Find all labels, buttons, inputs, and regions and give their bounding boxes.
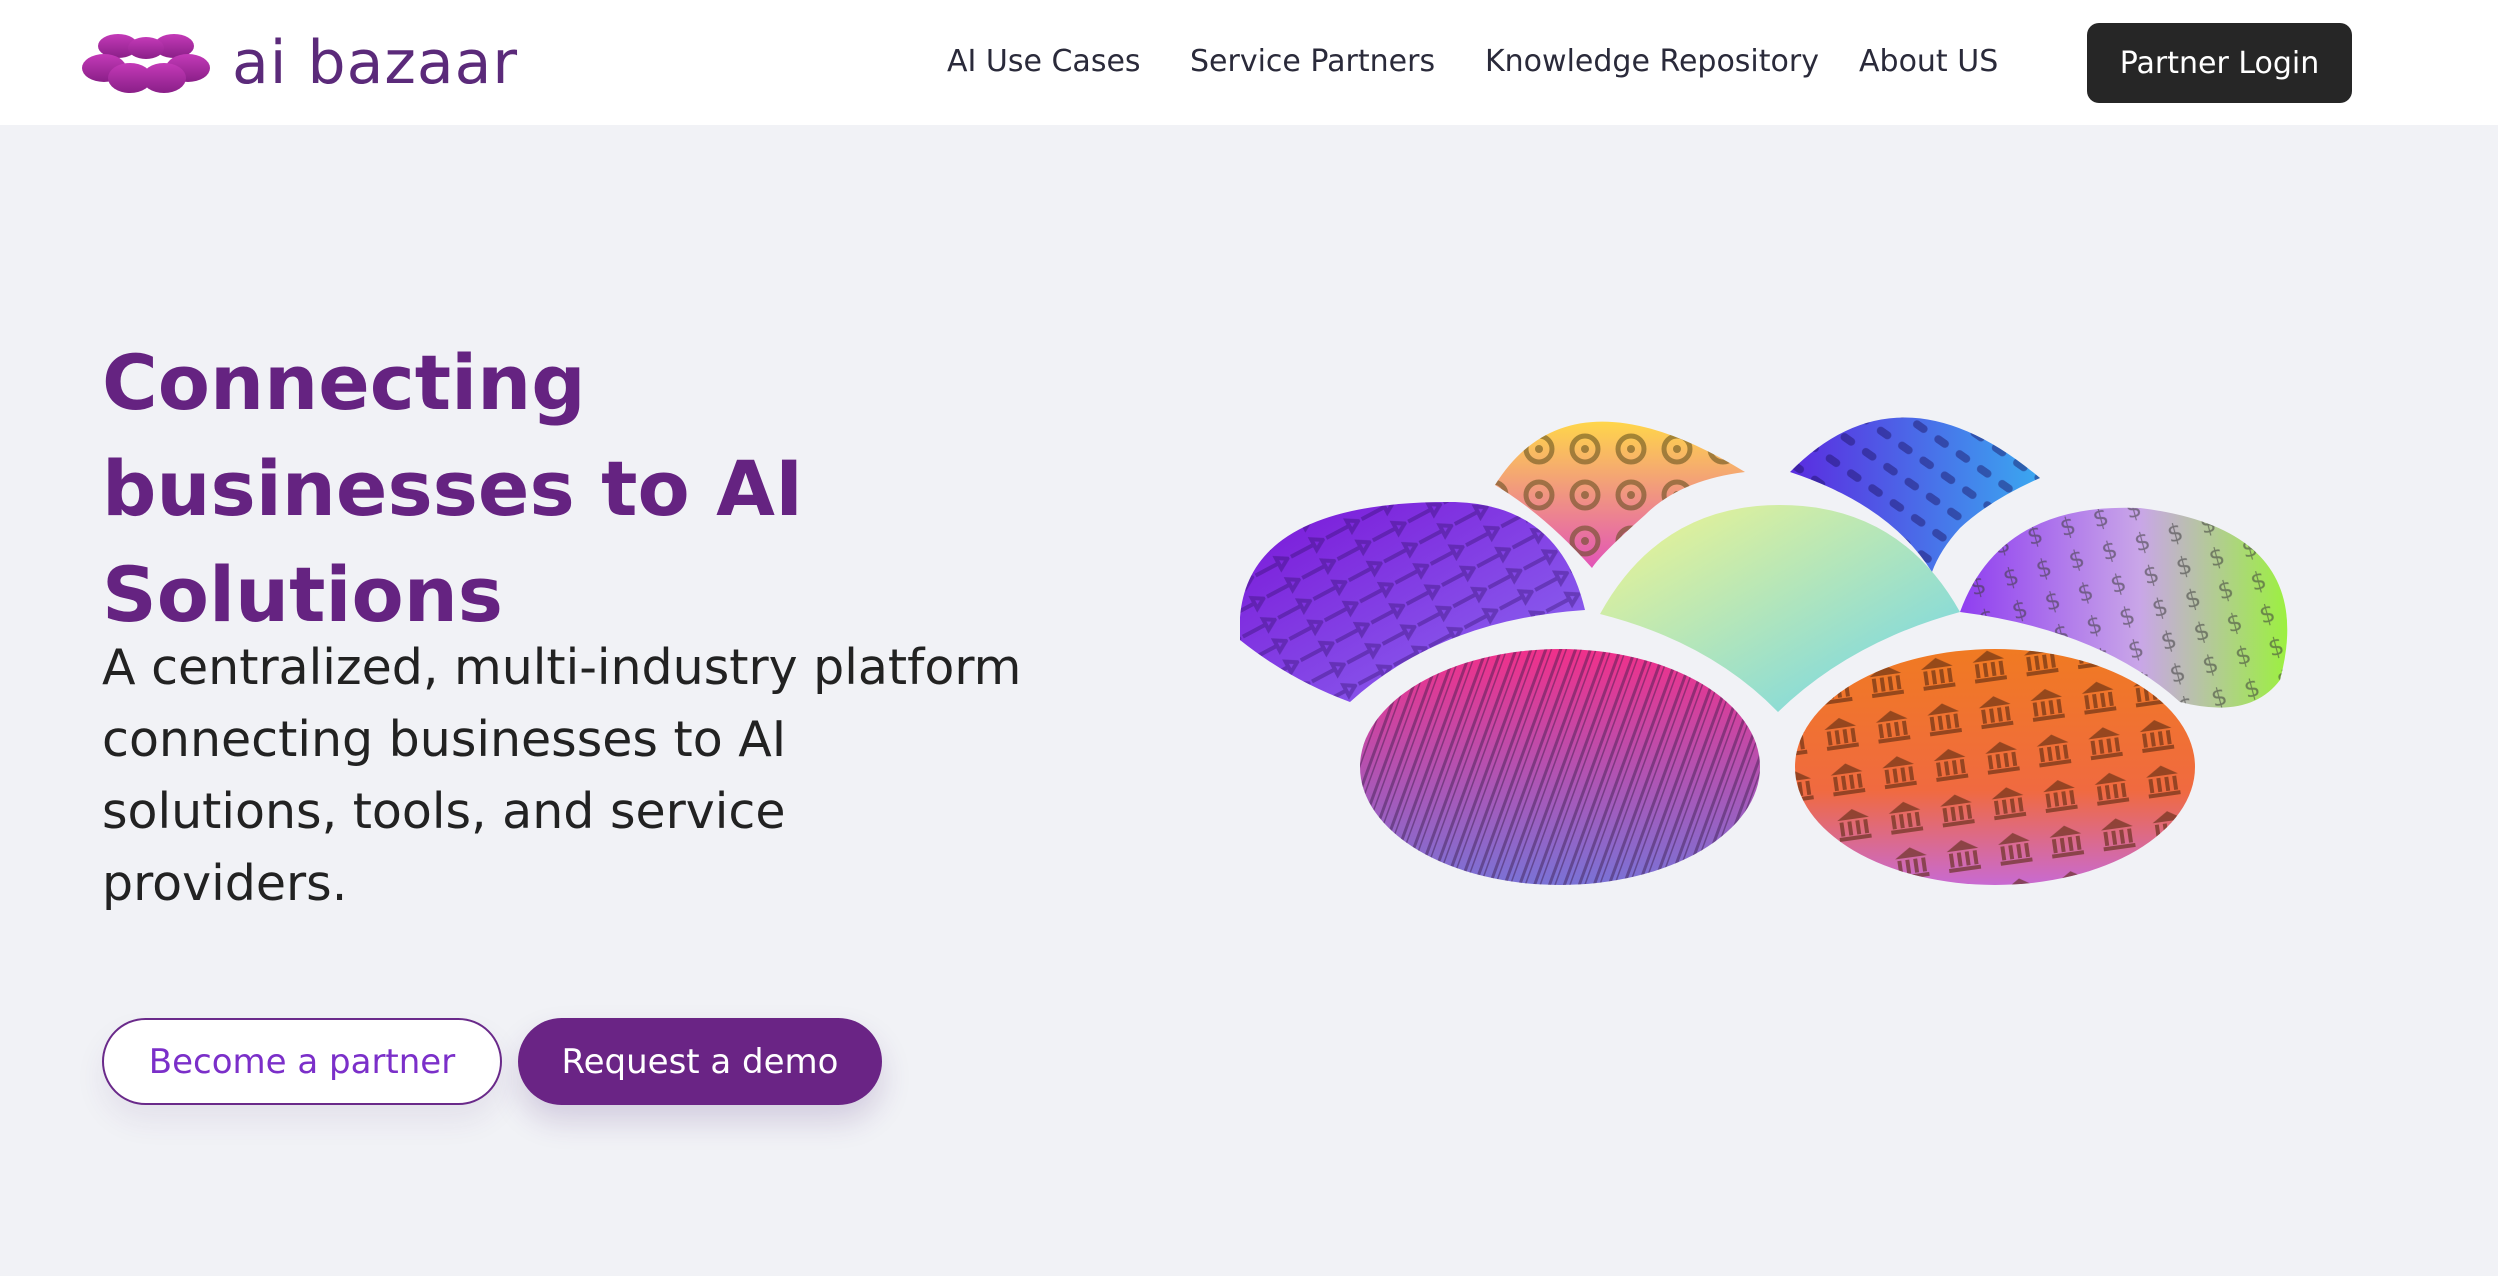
hero-subtitle: A centralized, multi-industry platform c… (102, 639, 1022, 912)
site-header: ai bazaar AI Use Cases Service Partners … (0, 0, 2498, 125)
nav-about-us[interactable]: About US (1859, 40, 1998, 84)
hero-illustration-icon: $ (1240, 417, 2288, 885)
nav-knowledge-repository[interactable]: Knowledge Repository (1485, 40, 1819, 84)
partner-login-button[interactable]: Partner Login (2087, 23, 2352, 103)
nav-ai-use-cases[interactable]: AI Use Cases (947, 40, 1141, 84)
logo-icon (82, 34, 210, 93)
logo[interactable]: ai bazaar (82, 30, 518, 96)
nav-service-partners[interactable]: Service Partners (1190, 40, 1435, 84)
logo-wordmark: ai bazaar (232, 28, 519, 98)
become-partner-button[interactable]: Become a partner (102, 1018, 502, 1105)
hero-title: Connecting businesses to AI Solutions (102, 338, 804, 639)
request-demo-button[interactable]: Request a demo (518, 1018, 882, 1105)
barcode-petal (1360, 649, 1760, 885)
bank-petal (1795, 649, 2195, 885)
